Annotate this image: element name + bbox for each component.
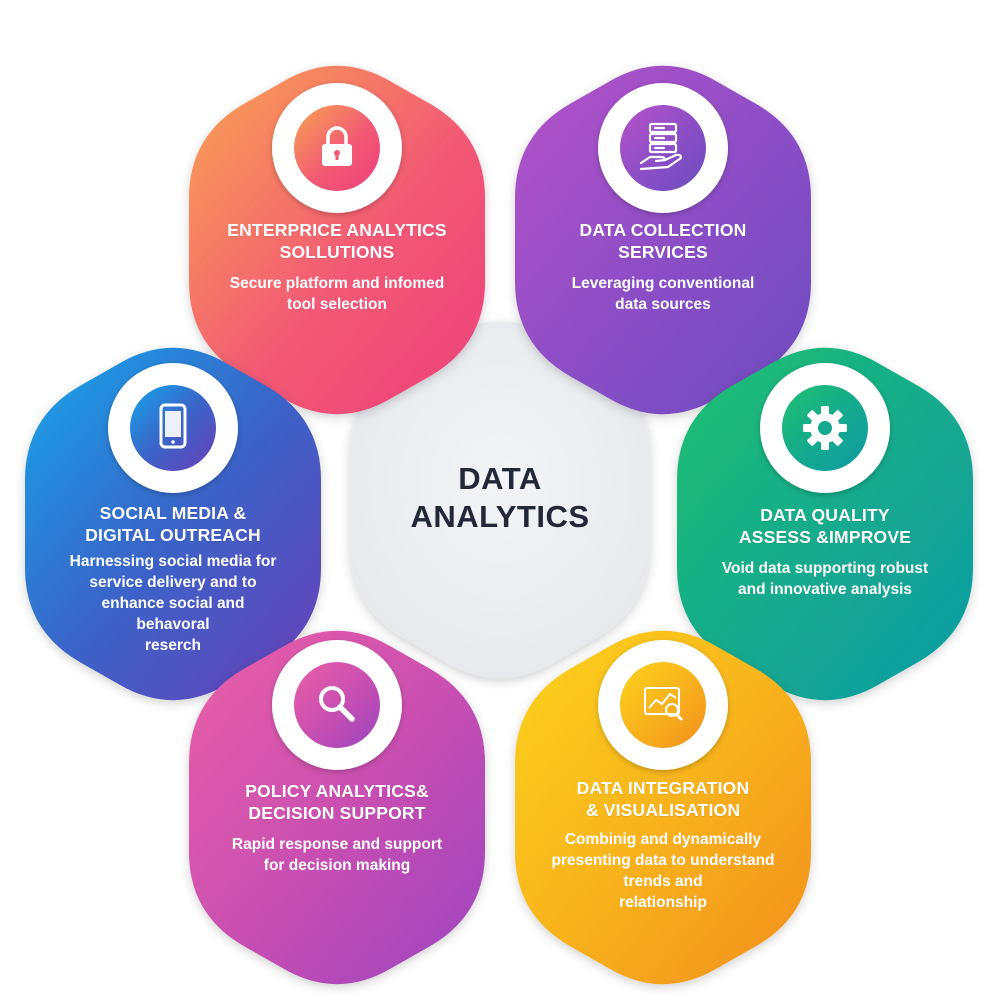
hex-desc-line: service delivery and to [89, 574, 257, 591]
hex-description: Combinig and dynamically presenting data… [525, 829, 801, 913]
hex-desc-line: Secure platform and infomed [229, 275, 445, 292]
hex-title-line: & VISUALISATION [585, 800, 741, 820]
hex-desc-line: Leveraging conventional [571, 275, 755, 292]
hex-title-line: DIGITAL OUTREACH [85, 525, 261, 545]
icon-disc [294, 662, 380, 748]
hex-desc-line: data sources [615, 296, 711, 313]
hex-title: POLICY ANALYTICS& DECISION SUPPORT [199, 780, 475, 824]
hex-desc-line: trends and [623, 873, 703, 890]
hex-description: Void data supporting robust and innovati… [687, 558, 963, 600]
hex-description: Rapid response and support for decision … [199, 834, 475, 876]
icon-disc [620, 662, 706, 748]
hex-title: DATA INTEGRATION & VISUALISATION [525, 777, 801, 821]
hex-title-line: DATA COLLECTION [579, 220, 747, 240]
hex-title-line: DATA INTEGRATION [576, 778, 750, 798]
gear-icon [803, 406, 847, 450]
hex-desc-line: Combinig and dynamically [564, 831, 762, 848]
hex-data-quality-text: DATA QUALITY ASSESS &IMPROVE Void data s… [687, 504, 963, 600]
hex-data-collection-text: DATA COLLECTION SERVICES Leveraging conv… [525, 219, 801, 315]
hex-desc-line: Rapid response and support [231, 836, 443, 853]
center-title: DATA ANALYTICS [380, 460, 620, 536]
hex-policy-text: POLICY ANALYTICS& DECISION SUPPORT Rapid… [199, 780, 475, 876]
center-title-line-1: DATA [458, 461, 542, 496]
hex-title: ENTERPRICE ANALYTICS SOLLUTIONS [199, 219, 475, 263]
hex-description: Harnessing social media for service deli… [35, 551, 311, 656]
hex-title-line: SERVICES [618, 242, 708, 262]
hex-enterprise-text: ENTERPRICE ANALYTICS SOLLUTIONS Secure p… [199, 219, 475, 315]
hex-description: Secure platform and infomed tool selecti… [199, 273, 475, 315]
hex-title-line: SOCIAL MEDIA & [99, 503, 247, 523]
hex-social-media-text: SOCIAL MEDIA & DIGITAL OUTREACH Harnessi… [35, 502, 311, 656]
hex-title: DATA COLLECTION SERVICES [525, 219, 801, 263]
hex-desc-line: and innovative analysis [737, 581, 912, 598]
hex-integration-text: DATA INTEGRATION & VISUALISATION Combini… [525, 777, 801, 913]
hex-desc-line: Void data supporting robust [721, 560, 929, 577]
hex-desc-line: enhance social and [101, 595, 245, 612]
hex-title-line: POLICY ANALYTICS& [245, 781, 429, 801]
hex-desc-line: reserch [144, 637, 201, 654]
hex-desc-line: presenting data to understand [551, 852, 775, 869]
hex-desc-line: for decision making [263, 857, 411, 874]
hex-description: Leveraging conventional data sources [525, 273, 801, 315]
hex-title-line: ASSESS &IMPROVE [738, 527, 912, 547]
hex-title-line: ENTERPRICE ANALYTICS [227, 220, 447, 240]
hex-title-line: DECISION SUPPORT [248, 803, 426, 823]
hex-title-line: DATA QUALITY [760, 505, 890, 525]
hex-desc-line: behavoral [136, 616, 210, 633]
hex-desc-line: Harnessing social media for [69, 553, 277, 570]
hex-desc-line: relationship [619, 894, 707, 911]
hex-title: DATA QUALITY ASSESS &IMPROVE [687, 504, 963, 548]
hex-desc-line: tool selection [287, 296, 387, 313]
hex-title: SOCIAL MEDIA & DIGITAL OUTREACH [35, 502, 311, 546]
center-title-line-2: ANALYTICS [410, 499, 590, 534]
hex-title-line: SOLLUTIONS [279, 242, 395, 262]
